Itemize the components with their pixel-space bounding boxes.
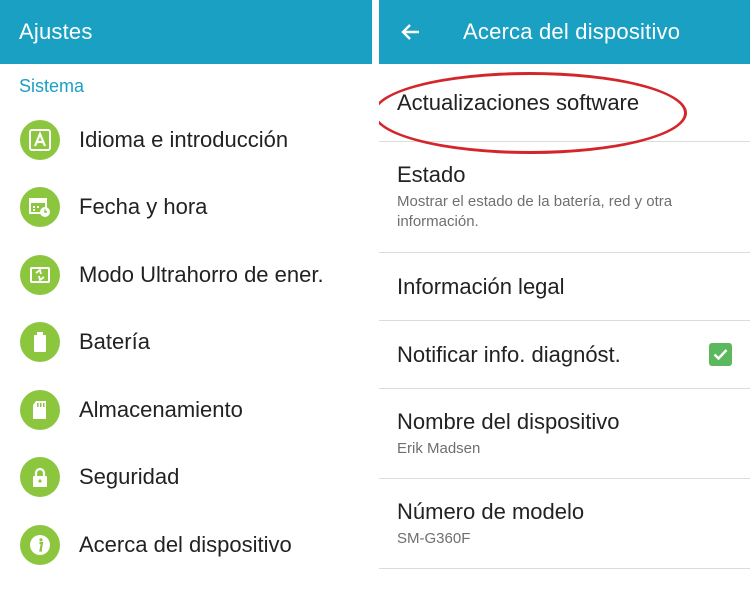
- about-item-modelo[interactable]: Número de modelo SM-G360F: [379, 479, 750, 569]
- sd-card-icon: [20, 389, 60, 430]
- about-item-title: Actualizaciones software: [397, 89, 640, 115]
- settings-panel: Ajustes Sistema Idioma e introducción Fe…: [0, 0, 372, 592]
- info-icon: [20, 524, 60, 565]
- settings-item-ultrahorro[interactable]: Modo Ultrahorro de ener.: [0, 241, 372, 309]
- settings-item-fecha[interactable]: Fecha y hora: [0, 174, 372, 242]
- about-item-title: Número de modelo: [397, 498, 585, 524]
- settings-item-seguridad[interactable]: Seguridad: [0, 444, 372, 512]
- settings-item-label: Batería: [79, 329, 150, 355]
- about-item-informacion-legal[interactable]: Información legal: [379, 253, 750, 321]
- about-item-title: Nombre del dispositivo: [397, 408, 620, 434]
- diagnostics-checkbox[interactable]: [709, 343, 732, 366]
- about-title: Acerca del dispositivo: [463, 19, 681, 44]
- about-item-notificar[interactable]: Notificar info. diagnóst.: [379, 321, 750, 389]
- about-item-title: Estado: [397, 162, 466, 187]
- about-item-title: Notificar info. diagnóst.: [397, 341, 621, 367]
- settings-item-bateria[interactable]: Batería: [0, 309, 372, 377]
- about-item-subtitle: SM-G360F: [397, 529, 471, 547]
- back-arrow-icon[interactable]: [399, 20, 423, 44]
- calendar-clock-icon: [20, 187, 60, 228]
- settings-item-label: Fecha y hora: [79, 194, 208, 220]
- about-item-subtitle: Erik Madsen: [397, 439, 481, 457]
- about-item-subtitle: Mostrar el estado de la batería, red y o…: [397, 193, 673, 230]
- settings-item-label: Acerca del dispositivo: [79, 531, 292, 557]
- settings-item-almacenamiento[interactable]: Almacenamiento: [0, 376, 372, 444]
- settings-item-label: Modo Ultrahorro de ener.: [79, 261, 324, 287]
- settings-item-label: Almacenamiento: [79, 396, 243, 422]
- settings-item-acerca[interactable]: Acerca del dispositivo: [0, 511, 372, 579]
- about-item-actualizaciones[interactable]: Actualizaciones software: [379, 64, 750, 154]
- settings-item-idioma[interactable]: Idioma e introducción: [0, 106, 372, 174]
- panel-divider: [372, 0, 379, 592]
- settings-list: Idioma e introducción Fecha y hora Modo …: [0, 106, 372, 579]
- language-icon: [20, 119, 60, 160]
- section-header-sistema: Sistema: [19, 75, 85, 96]
- lock-icon: [20, 457, 60, 498]
- settings-item-label: Idioma e introducción: [79, 126, 289, 152]
- about-app-bar: Acerca del dispositivo: [379, 0, 750, 64]
- about-item-nombre[interactable]: Nombre del dispositivo Erik Madsen: [379, 389, 750, 479]
- settings-item-label: Seguridad: [79, 464, 180, 490]
- about-item-title: Información legal: [397, 273, 565, 299]
- about-item-estado[interactable]: Estado Mostrar el estado de la batería, …: [379, 142, 750, 253]
- settings-app-bar: Ajustes: [0, 0, 372, 64]
- checkmark-icon: [713, 349, 728, 361]
- battery-icon: [20, 322, 60, 363]
- about-list: Actualizaciones software Estado Mostrar …: [379, 64, 750, 569]
- power-saving-icon: [20, 254, 60, 295]
- about-device-panel: Acerca del dispositivo Actualizaciones s…: [379, 0, 750, 592]
- settings-title: Ajustes: [19, 19, 93, 44]
